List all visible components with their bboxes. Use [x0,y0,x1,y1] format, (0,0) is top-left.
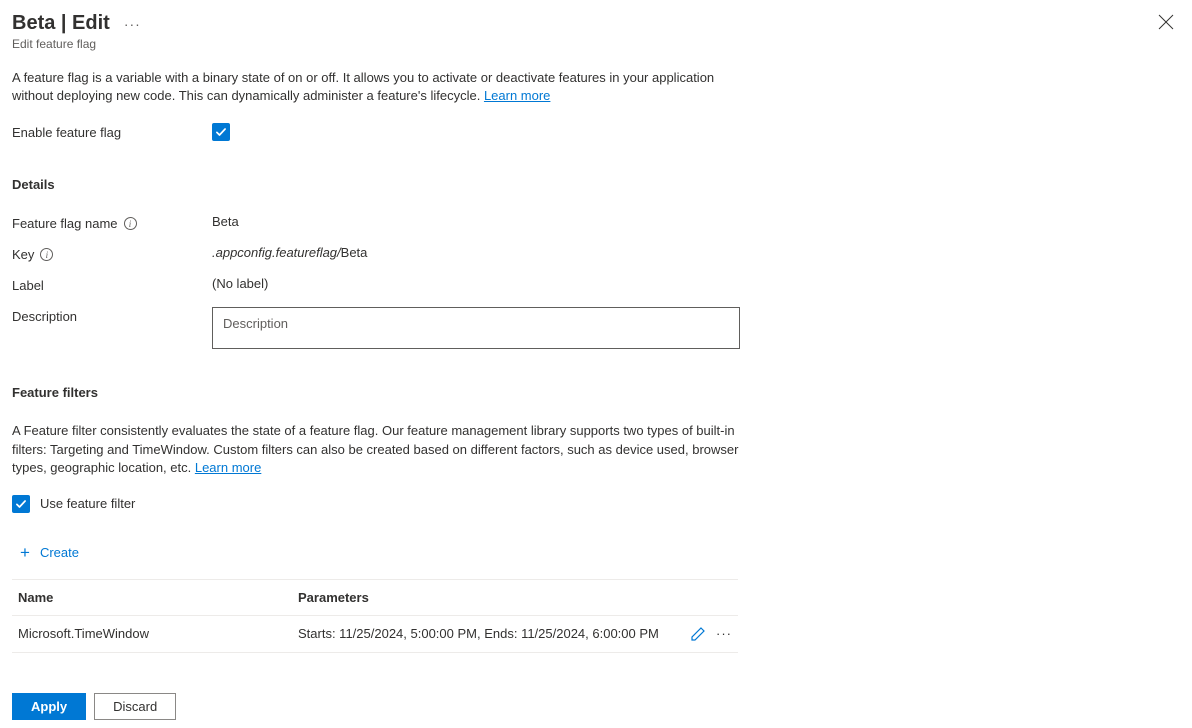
page-subtitle: Edit feature flag [12,37,1180,51]
use-filter-label: Use feature filter [40,496,135,511]
filters-table: Name Parameters Microsoft.TimeWindow Sta… [12,579,738,653]
key-prefix: .appconfig.featureflag/ [212,245,341,260]
key-suffix: Beta [341,245,368,260]
table-row: Microsoft.TimeWindow Starts: 11/25/2024,… [12,615,738,652]
enable-flag-label: Enable feature flag [12,123,212,140]
checkmark-icon [15,498,27,510]
key-value: .appconfig.featureflag/Beta [212,245,367,260]
create-label: Create [40,545,79,560]
filter-params: Starts: 11/25/2024, 5:00:00 PM, Ends: 11… [292,615,668,652]
filters-intro: A Feature filter consistently evaluates … [12,422,742,477]
info-icon[interactable]: i [40,248,53,261]
enable-flag-checkbox[interactable] [212,123,230,141]
create-filter-button[interactable]: + Create [20,543,1180,563]
col-params: Parameters [292,579,668,615]
filters-learn-more-link[interactable]: Learn more [195,460,261,475]
use-filter-checkbox[interactable] [12,495,30,513]
discard-button[interactable]: Discard [94,693,176,720]
learn-more-link[interactable]: Learn more [484,88,550,103]
page-title: Beta | Edit [12,12,110,35]
filters-intro-body: A Feature filter consistently evaluates … [12,423,738,474]
row-more-icon[interactable]: ··· [716,626,732,641]
plus-icon: + [20,543,30,563]
description-input[interactable] [212,307,740,349]
intro-body: A feature flag is a variable with a bina… [12,70,714,103]
col-name: Name [12,579,292,615]
edit-icon[interactable] [690,626,706,642]
description-label: Description [12,309,77,324]
details-heading: Details [12,177,1180,192]
checkmark-icon [215,126,227,138]
close-icon[interactable] [1158,14,1174,30]
more-actions-icon[interactable]: ··· [124,16,141,32]
flag-name-label: Feature flag name [12,216,118,231]
intro-text: A feature flag is a variable with a bina… [12,69,742,105]
apply-button[interactable]: Apply [12,693,86,720]
filters-heading: Feature filters [12,385,1180,400]
filter-name: Microsoft.TimeWindow [12,615,292,652]
key-label: Key [12,247,34,262]
label-label: Label [12,278,44,293]
flag-name-value: Beta [212,214,239,229]
info-icon[interactable]: i [124,217,137,230]
label-value: (No label) [212,276,268,291]
